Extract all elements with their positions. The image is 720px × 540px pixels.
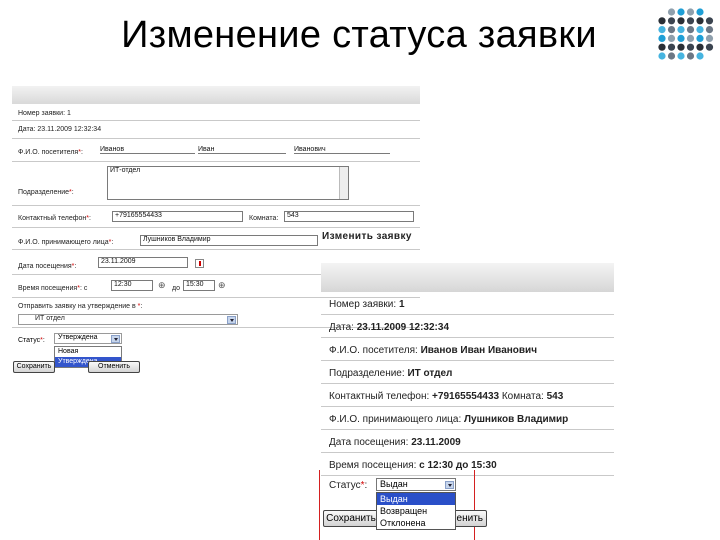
- detail-row-host: Ф.И.О. принимающего лица: Лушников Влади…: [321, 407, 614, 430]
- logo-dot: [658, 17, 666, 25]
- visit-date-input[interactable]: 23.11.2009: [98, 257, 188, 268]
- calendar-icon[interactable]: [195, 259, 204, 268]
- right-panel-title: Изменить заявку: [322, 231, 412, 242]
- left-save-button[interactable]: Сохранить: [13, 361, 55, 373]
- clock-icon[interactable]: ⊕: [158, 281, 166, 290]
- time-to-input[interactable]: 15:30: [183, 280, 215, 291]
- department-row: Подразделение*: ИТ-отдел: [12, 162, 420, 206]
- left-status-select[interactable]: Утверждена: [54, 333, 122, 344]
- detail-row-number: Номер заявки: 1: [321, 292, 614, 315]
- logo-dot: [696, 26, 704, 34]
- slide-title: Изменение статуса заявки: [121, 14, 597, 56]
- logo-dot: [677, 26, 685, 34]
- logo-dot: [696, 34, 704, 42]
- status-option-issued[interactable]: Выдан: [377, 493, 455, 505]
- logo-dot: [658, 26, 666, 34]
- approval-department-select[interactable]: ИТ отдел: [18, 314, 238, 325]
- date-row: Дата: 23.11.2009 12:32:34: [12, 121, 420, 139]
- detail-row-visit-date: Дата посещения: 23.11.2009: [321, 430, 614, 453]
- logo-dot: [658, 52, 666, 60]
- logo-dot: [696, 8, 704, 16]
- room-input[interactable]: 543: [284, 211, 414, 222]
- logo-dot: [696, 52, 704, 60]
- logo-dot: [686, 34, 695, 42]
- logo-dot: [658, 43, 666, 51]
- annotation-line-right: [474, 470, 475, 540]
- phone-input[interactable]: +79165554433: [112, 211, 243, 222]
- chevron-down-icon[interactable]: [111, 335, 120, 343]
- textarea-scrollbar[interactable]: [339, 167, 348, 199]
- logo-dot: [696, 43, 704, 51]
- left-cancel-button[interactable]: Отменить: [88, 361, 140, 373]
- detail-row-date: Дата: 23.11.2009 12:32:34: [321, 315, 614, 338]
- status-option-rejected[interactable]: Отклонена: [377, 517, 455, 529]
- visitor-first-name-input[interactable]: Иван: [198, 146, 286, 154]
- logo-dot: [677, 8, 685, 16]
- logo-dot: [705, 34, 714, 42]
- department-textarea[interactable]: ИТ-отдел: [107, 166, 349, 200]
- detail-row-department: Подразделение: ИТ отдел: [321, 361, 614, 384]
- panel-header-bar: [321, 263, 614, 292]
- request-number-row: Номер заявки: 1: [12, 104, 420, 121]
- logo-icon: [658, 8, 714, 60]
- chevron-down-icon[interactable]: [227, 316, 236, 324]
- logo-dot: [705, 17, 714, 25]
- logo-dot: [677, 52, 685, 60]
- logo-dot: [658, 34, 666, 42]
- right-edit-panel: Номер заявки: 1 Дата: 23.11.2009 12:32:3…: [321, 263, 614, 540]
- logo-dot: [686, 43, 695, 51]
- logo-dot: [705, 43, 714, 51]
- logo-dot: [667, 26, 676, 34]
- logo-dot: [677, 34, 685, 42]
- clock-icon[interactable]: ⊕: [218, 281, 226, 290]
- logo-dot: [667, 34, 676, 42]
- logo-dot: [677, 43, 685, 51]
- status-option-new[interactable]: Новая: [55, 347, 121, 357]
- logo-dot: [686, 17, 695, 25]
- chevron-down-icon[interactable]: [445, 481, 454, 489]
- right-save-button[interactable]: Сохранить: [323, 510, 379, 527]
- logo-dot: [705, 26, 714, 34]
- phone-row: Контактный телефон*: +79165554433 Комнат…: [12, 206, 420, 228]
- logo-dot: [686, 52, 695, 60]
- status-option-returned[interactable]: Возвращен: [377, 505, 455, 517]
- logo-dot: [686, 8, 695, 16]
- logo-dot: [667, 52, 676, 60]
- detail-row-visit-time: Время посещения: с 12:30 до 15:30: [321, 453, 614, 476]
- annotation-line-left: [319, 470, 320, 540]
- host-input[interactable]: Лушников Владимир: [140, 235, 318, 246]
- status-label: Статус*:: [329, 480, 368, 491]
- logo-dot: [677, 17, 685, 25]
- form-header-bar: [12, 86, 420, 104]
- logo-dot: [667, 8, 676, 16]
- logo-dot: [686, 26, 695, 34]
- right-status-select[interactable]: Выдан: [376, 478, 456, 491]
- detail-row-phone: Контактный телефон: +79165554433 Комната…: [321, 384, 614, 407]
- detail-row-visitor: Ф.И.О. посетителя: Иванов Иван Иванович: [321, 338, 614, 361]
- visitor-middle-name-input[interactable]: Иванович: [294, 146, 390, 154]
- logo-dot: [667, 43, 676, 51]
- visitor-row: Ф.И.О. посетителя*: Иванов Иван Иванович: [12, 139, 420, 162]
- visitor-last-name-input[interactable]: Иванов: [100, 146, 195, 154]
- time-from-input[interactable]: 12:30: [111, 280, 153, 291]
- logo-dot: [667, 17, 676, 25]
- logo-dot: [696, 17, 704, 25]
- right-status-dropdown[interactable]: Выдан Возвращен Отклонена: [376, 492, 456, 530]
